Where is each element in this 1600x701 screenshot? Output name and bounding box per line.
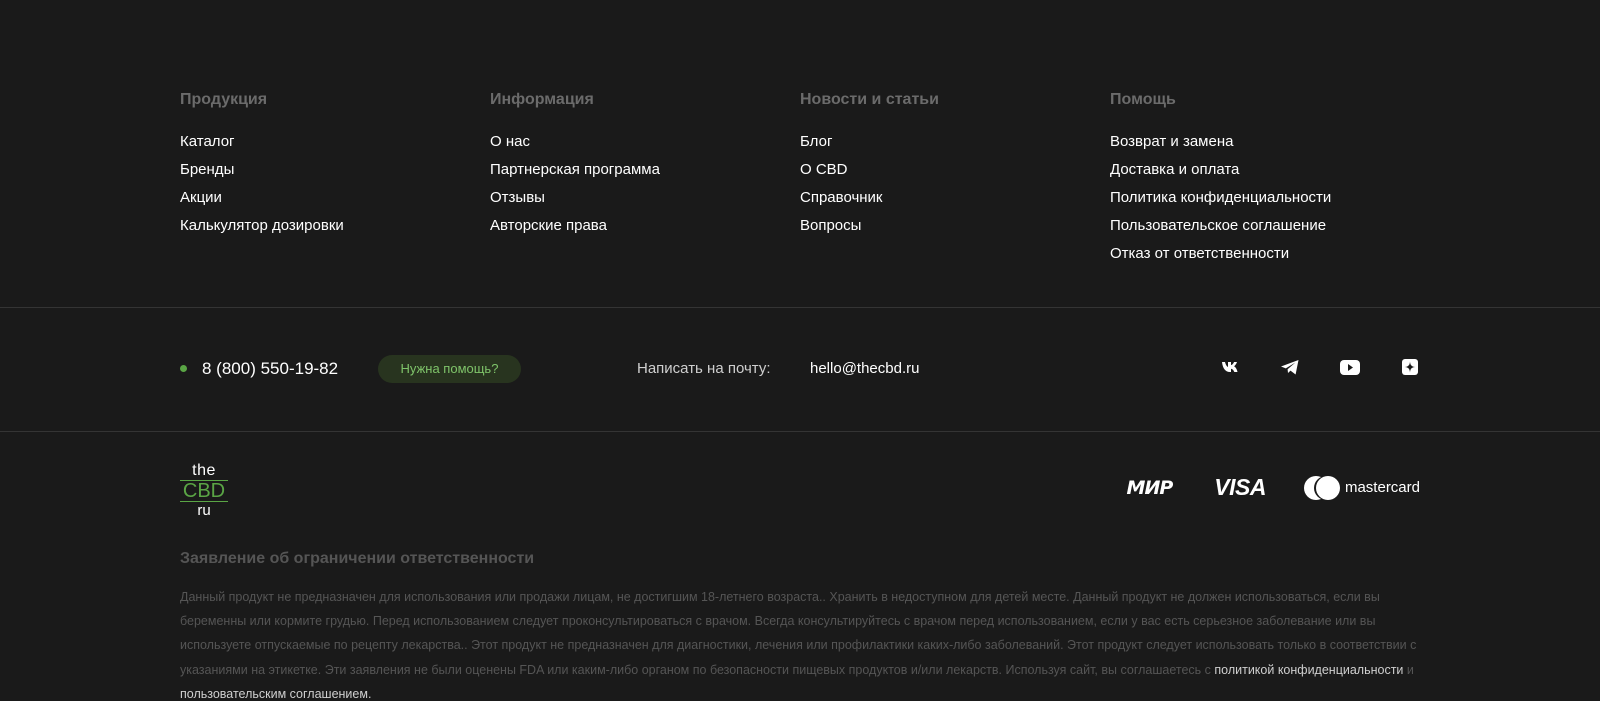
mastercard-logo: mastercard [1303,475,1420,500]
footer-column-info: Информация О нас Партнерская программа О… [490,88,800,268]
need-help-button[interactable]: Нужна помощь? [378,355,521,383]
footer-link-reference[interactable]: Справочник [800,184,1110,212]
footer-link-catalog[interactable]: Каталог [180,128,490,156]
footer-link-reviews[interactable]: Отзывы [490,184,800,212]
footer-nav: Продукция Каталог Бренды Акции Калькулят… [180,88,1420,268]
disclaimer-title: Заявление об ограничении ответственности [180,550,535,567]
mail-label: Написать на почту: [637,360,771,377]
footer-link-sales[interactable]: Акции [180,184,490,212]
mastercard-circles-icon [1303,475,1340,500]
column-title: Информация [490,91,594,108]
column-title: Продукция [180,91,268,108]
social-links [1220,357,1420,377]
footer-link-privacy[interactable]: Политика конфиденциальности [1110,184,1420,212]
footer-link-returns[interactable]: Возврат и замена [1110,128,1420,156]
mir-logo: МИР [1126,476,1174,499]
divider [0,431,1600,432]
youtube-icon[interactable] [1340,357,1360,377]
divider [0,307,1600,308]
footer-column-news: Новости и статьи Блог О CBD Справочник В… [800,88,1110,268]
footer-link-copyright[interactable]: Авторские права [490,212,800,240]
contact-bar: 8 (800) 550-19-82 Нужна помощь? Написать… [180,355,1420,383]
email-link[interactable]: hello@thecbd.ru [810,357,919,381]
footer-column-help: Помощь Возврат и замена Доставка и оплат… [1110,88,1420,268]
footer-link-terms[interactable]: Пользовательское соглашение [1110,212,1420,240]
dzen-icon[interactable] [1400,357,1420,377]
disclaimer-text: Данный продукт не предназначен для испол… [180,590,1417,701]
site-logo[interactable]: the CBD ru [180,463,228,519]
online-status-dot [180,365,187,372]
footer-link-disclaimer[interactable]: Отказ от ответственности [1110,240,1420,268]
phone-link[interactable]: 8 (800) 550-19-82 [202,357,338,381]
footer-column-products: Продукция Каталог Бренды Акции Калькулят… [180,88,490,268]
column-title: Помощь [1110,91,1176,108]
column-title: Новости и статьи [800,91,939,108]
footer-link-about[interactable]: О нас [490,128,800,156]
vk-icon[interactable] [1220,357,1240,377]
footer-link-brands[interactable]: Бренды [180,156,490,184]
footer-link-about-cbd[interactable]: О CBD [800,156,1110,184]
footer-link-dosage-calculator[interactable]: Калькулятор дозировки [180,212,490,240]
footer-link-partner-program[interactable]: Партнерская программа [490,156,800,184]
footer-link-faq[interactable]: Вопросы [800,212,1110,240]
payment-methods: МИР VISA mastercard [1127,474,1420,501]
privacy-policy-link[interactable]: политикой конфиденциальности [1214,663,1403,677]
terms-link[interactable]: пользовательским соглашением. [180,687,371,701]
footer-link-delivery[interactable]: Доставка и оплата [1110,156,1420,184]
footer-link-blog[interactable]: Блог [800,128,1110,156]
visa-logo: VISA [1214,474,1266,500]
telegram-icon[interactable] [1280,357,1300,377]
